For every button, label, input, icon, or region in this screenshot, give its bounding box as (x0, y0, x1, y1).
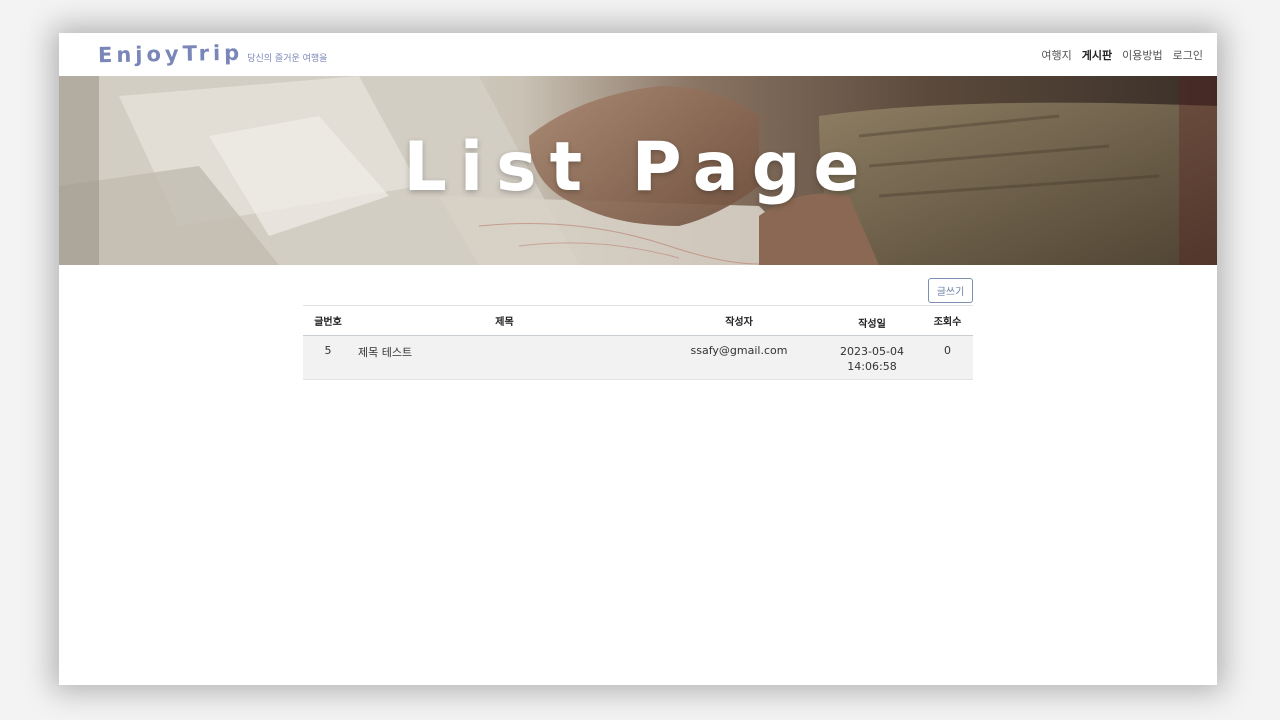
table-header-row: 글번호 제목 작성자 작성일 조회수 (303, 305, 973, 336)
write-post-button[interactable]: 글쓰기 (928, 278, 973, 303)
navbar: EnjoyTrip 당신의 즐거운 여행을 여행지 게시판 이용방법 로그인 (59, 33, 1217, 76)
post-number: 5 (324, 344, 332, 357)
nav-links: 여행지 게시판 이용방법 로그인 (1041, 47, 1203, 63)
nav-item-board[interactable]: 게시판 (1082, 47, 1112, 63)
nav-item-guide[interactable]: 이용방법 (1122, 47, 1162, 63)
brand-logo[interactable]: EnjoyTrip (98, 41, 244, 68)
post-date: 2023-05-04 14:06:58 (822, 336, 922, 380)
post-author: ssafy@gmail.com (690, 344, 788, 357)
post-views: 0 (944, 344, 951, 357)
hero-banner: List Page (59, 76, 1217, 265)
table-row[interactable]: 5 제목 테스트 ssafy@gmail.com 2023-05-04 14:0… (303, 335, 973, 380)
nav-item-destinations[interactable]: 여행지 (1041, 47, 1071, 63)
column-header-views: 조회수 (933, 317, 962, 328)
hero-title: List Page (403, 128, 873, 207)
column-header-title: 제목 (495, 317, 514, 328)
brand[interactable]: EnjoyTrip 당신의 즐거운 여행을 (98, 41, 328, 68)
post-title-link[interactable]: 제목 테스트 (353, 336, 656, 380)
nav-item-login[interactable]: 로그인 (1173, 47, 1203, 63)
column-header-author: 작성자 (725, 317, 753, 328)
browser-page: EnjoyTrip 당신의 즐거운 여행을 여행지 게시판 이용방법 로그인 L… (59, 33, 1217, 685)
post-table: 글번호 제목 작성자 작성일 조회수 5 제목 테스트 ssafy@gmail.… (303, 305, 973, 380)
column-header-number: 글번호 (314, 317, 342, 328)
brand-tagline: 당신의 즐거운 여행을 (247, 54, 328, 64)
post-date-time: 14:06:58 (847, 360, 897, 373)
column-header-date: 작성일 (858, 319, 886, 330)
post-date-day: 2023-05-04 (840, 345, 904, 358)
